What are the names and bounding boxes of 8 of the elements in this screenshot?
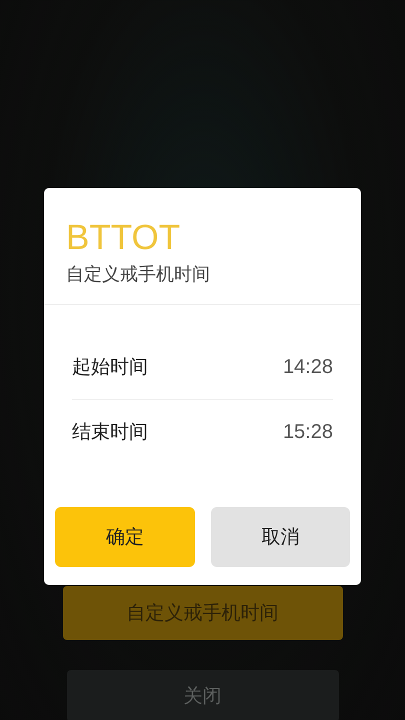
time-label: 结束时间 [72,420,148,445]
time-value[interactable]: 14:28 [282,356,333,378]
dialog-title: BTTOT [66,218,182,258]
time-label: 起始时间 [72,355,148,380]
dialog-subtitle: 自定义戒手机时间 [66,263,211,286]
time-value[interactable]: 15:28 [282,420,333,444]
confirm-button[interactable]: 确定 [55,507,194,567]
cancel-button[interactable]: 取消 [210,507,350,567]
